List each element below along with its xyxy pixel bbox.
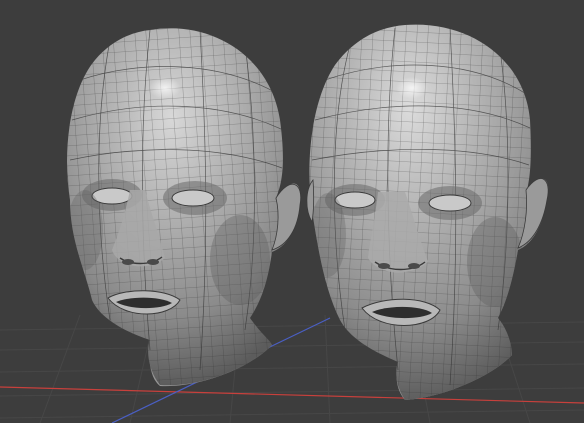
- viewport-canvas[interactable]: [0, 0, 584, 423]
- head-right-mesh[interactable]: [300, 20, 560, 410]
- 3d-viewport[interactable]: [0, 0, 584, 423]
- head-left-mesh[interactable]: [60, 20, 310, 400]
